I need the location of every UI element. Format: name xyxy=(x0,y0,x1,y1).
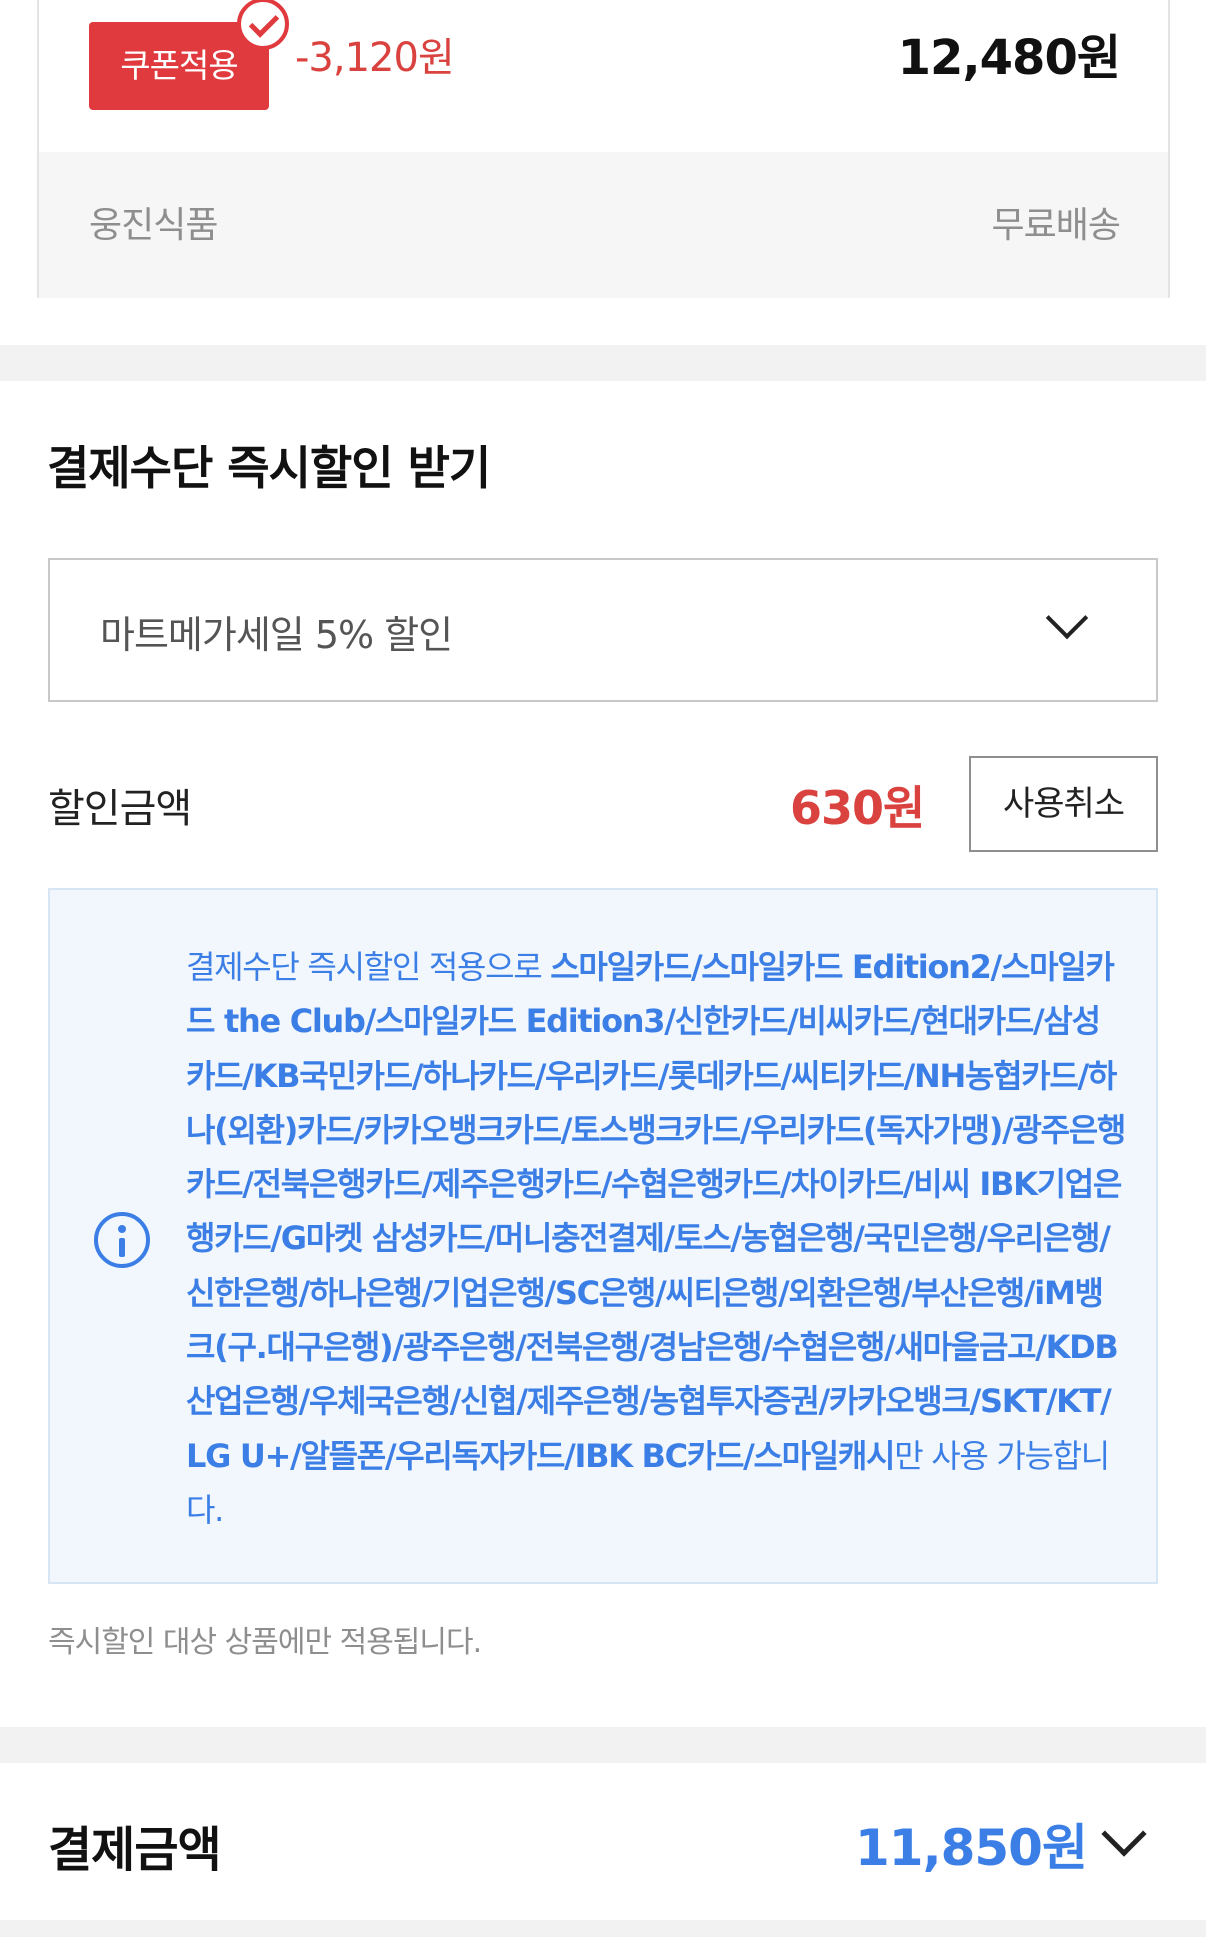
discount-amount-label: 할인금액 xyxy=(48,786,192,832)
chevron-down-icon xyxy=(1045,596,1089,640)
section-title: 결제수단 즉시할인 받기 xyxy=(47,441,491,495)
info-prefix: 결제수단 즉시할인 적용으로 xyxy=(186,948,551,986)
discount-amount: 630원 xyxy=(790,781,925,835)
section-divider xyxy=(0,1727,1206,1763)
check-circle-icon xyxy=(237,0,289,50)
discount-select-value: 마트메가세일 5% 할인 xyxy=(100,613,453,657)
coupon-row: 쿠폰적용 -3,120원 12,480원 xyxy=(39,0,1168,154)
final-price: 12,480원 xyxy=(897,30,1121,86)
cancel-discount-button[interactable]: 사용취소 xyxy=(969,756,1158,852)
shipping-info: 무료배송 xyxy=(991,205,1121,246)
footnote: 즉시할인 대상 상품에만 적용됩니다. xyxy=(48,1625,482,1660)
info-icon xyxy=(94,1212,150,1268)
payment-total-amount: 11,850원 xyxy=(855,1819,1088,1877)
info-box: 결제수단 즉시할인 적용으로 스마일카드/스마일카드 Edition2/스마일카… xyxy=(48,888,1158,1584)
payment-total-label: 결제금액 xyxy=(48,1822,222,1878)
seller-name: 웅진식품 xyxy=(89,205,218,246)
info-payment-methods: 스마일카드/스마일카드 Edition2/스마일카드 the Club/스마일카… xyxy=(186,948,1126,1475)
chevron-down-icon[interactable] xyxy=(1101,1811,1147,1857)
section-divider xyxy=(0,1920,1206,1937)
coupon-discount-amount: -3,120원 xyxy=(295,35,455,81)
seller-row: 웅진식품 무료배송 xyxy=(39,152,1168,298)
discount-select[interactable]: 마트메가세일 5% 할인 xyxy=(48,558,1158,702)
product-card: 쿠폰적용 -3,120원 12,480원 웅진식품 무료배송 xyxy=(37,0,1170,298)
section-divider xyxy=(0,345,1206,381)
info-text: 결제수단 즉시할인 적용으로 스마일카드/스마일카드 Edition2/스마일카… xyxy=(186,940,1126,1537)
